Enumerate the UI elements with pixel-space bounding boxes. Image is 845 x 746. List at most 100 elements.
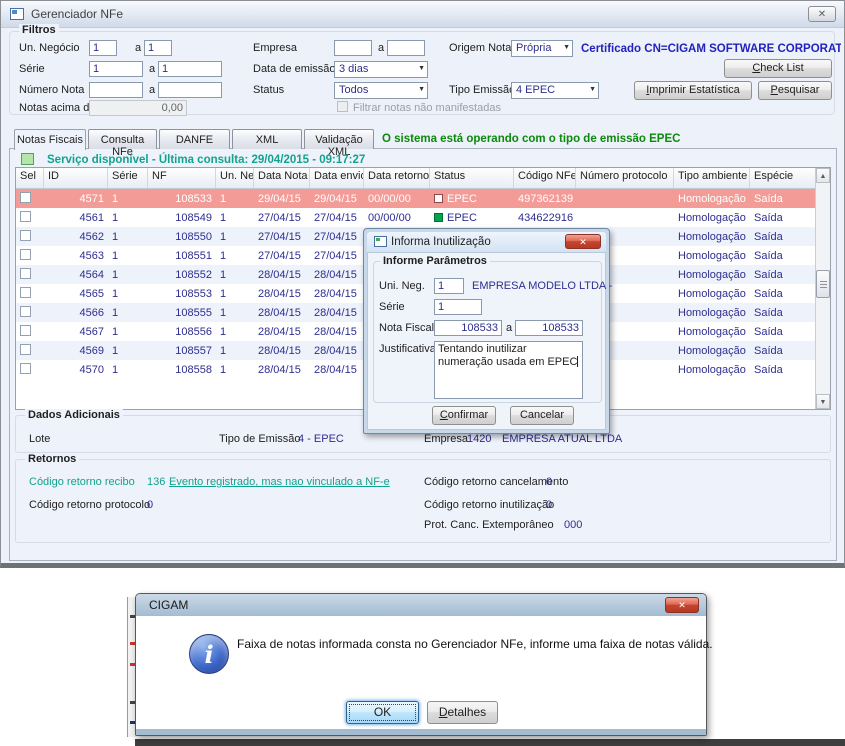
data-emissao-value: 3 dias <box>339 63 369 75</box>
retorno-protocolo-value: 0 <box>147 499 154 511</box>
text-caret <box>577 356 579 367</box>
column-header[interactable]: Un. Neg. <box>216 168 254 188</box>
serie-from-field[interactable]: 1 <box>89 61 143 77</box>
nota-fiscal-to-field[interactable]: 108533 <box>515 320 583 336</box>
row-checkbox[interactable] <box>20 210 31 222</box>
dialog-title: CIGAM <box>149 598 189 612</box>
ok-button[interactable]: OK <box>346 701 419 724</box>
status-box-icon <box>434 193 443 203</box>
numero-nota-to-field[interactable] <box>158 82 222 98</box>
empresa-to-field[interactable] <box>387 40 425 56</box>
column-header[interactable]: Série <box>108 168 148 188</box>
tipo-emissao-select[interactable]: 4 EPEC ▼ <box>511 82 599 99</box>
notas-acima-field: 0,00 <box>89 100 187 116</box>
service-status-text: Serviço disponível - Última consulta: 29… <box>47 154 366 166</box>
row-checkbox[interactable] <box>20 362 31 374</box>
column-header[interactable]: ID <box>44 168 108 188</box>
emission-mode-message: O sistema está operando com o tipo de em… <box>382 133 681 145</box>
detalhes-button[interactable]: Detalhes <box>427 701 498 724</box>
row-checkbox[interactable] <box>20 305 31 317</box>
row-checkbox[interactable] <box>20 248 31 260</box>
column-header[interactable]: Número protocolo <box>576 168 674 188</box>
retorno-recibo-label: Código retorno recibo <box>29 476 135 488</box>
cigam-dialog: CIGAM ✕ i Faixa de notas informada const… <box>135 593 713 736</box>
origem-nota-value: Própria <box>516 42 552 54</box>
row-checkbox[interactable] <box>20 324 31 336</box>
tipo-emissao-dados-label: Tipo de Emissão <box>219 433 301 445</box>
justificativa-label: Justificativa <box>379 343 436 355</box>
data-emissao-label: Data de emissão <box>253 63 336 75</box>
nota-fiscal-from-field[interactable]: 108533 <box>434 320 502 336</box>
window-title: Gerenciador NFe <box>31 7 124 21</box>
table-scrollbar[interactable]: ▲ ▼ <box>815 168 830 409</box>
retorno-inutilizacao-value: 0 <box>546 499 553 511</box>
retornos-legend: Retornos <box>25 453 80 465</box>
confirmar-button[interactable]: Confirmar <box>432 406 496 425</box>
pesquisar-button[interactable]: Pesquisar <box>758 81 832 100</box>
column-header[interactable]: Data retorno <box>364 168 430 188</box>
title-bar: Gerenciador NFe ✕ <box>1 1 844 28</box>
retorno-recibo-link[interactable]: Evento registrado, mas nao vinculado a N… <box>169 476 390 488</box>
row-checkbox[interactable] <box>20 267 31 279</box>
serie-dialog-field[interactable]: 1 <box>434 299 482 315</box>
close-icon[interactable]: ✕ <box>565 234 601 249</box>
dialog-icon <box>374 236 387 247</box>
check-list-button[interactable]: Check List <box>724 59 832 78</box>
dialog-title: Informa Inutilização <box>391 236 491 248</box>
column-header[interactable]: Data Nota <box>254 168 310 188</box>
status-value: Todos <box>339 84 369 96</box>
tab-danfe[interactable]: DANFE <box>159 129 230 149</box>
data-emissao-select[interactable]: 3 dias ▼ <box>334 61 428 78</box>
scrollbar-thumb[interactable] <box>816 270 830 298</box>
scroll-down-icon[interactable]: ▼ <box>816 394 830 409</box>
serie-to-field[interactable]: 1 <box>158 61 222 77</box>
screen: Gerenciador NFe ✕ Filtros Un. Negócio 1 … <box>0 0 845 746</box>
range-sep: a <box>149 63 156 75</box>
origem-nota-label: Origem Nota <box>449 42 512 54</box>
column-header[interactable]: NF <box>148 168 216 188</box>
scroll-up-icon[interactable]: ▲ <box>816 168 830 183</box>
justificativa-textarea[interactable]: Tentando inutilizar numeração usada em E… <box>434 341 583 399</box>
tab-validacao-xml[interactable]: Validação XML <box>304 129 374 158</box>
column-header[interactable]: Data envio <box>310 168 364 188</box>
column-header[interactable]: Código NFe <box>514 168 576 188</box>
close-icon[interactable]: ✕ <box>808 6 836 22</box>
tab-consulta-nfe[interactable]: Consulta NFe <box>88 129 157 158</box>
notas-acima-label: Notas acima de <box>19 102 96 114</box>
service-status-icon <box>21 153 34 165</box>
table-row[interactable]: 4561 1 108549 1 27/04/15 27/04/15 00/00/… <box>16 208 830 227</box>
un-negocio-to-field[interactable]: 1 <box>144 40 172 56</box>
range-sep: a <box>378 42 385 54</box>
column-header[interactable]: Status <box>430 168 514 188</box>
row-checkbox[interactable] <box>20 191 31 203</box>
tab-notas-fiscais[interactable]: Notas Fiscais <box>14 129 86 150</box>
tab-xml[interactable]: XML <box>232 129 302 149</box>
un-negocio-from-field[interactable]: 1 <box>89 40 117 56</box>
column-header[interactable]: Espécie <box>750 168 816 188</box>
close-icon[interactable]: ✕ <box>665 597 699 613</box>
dialog-title-bar: Informa Inutilização ✕ <box>367 232 606 252</box>
table-row[interactable]: 4571 1 108533 1 29/04/15 29/04/15 00/00/… <box>16 189 830 208</box>
column-header[interactable]: Tipo ambiente <box>674 168 750 188</box>
row-checkbox[interactable] <box>20 286 31 298</box>
row-checkbox[interactable] <box>20 343 31 355</box>
imprimir-estatistica-button[interactable]: Imprimir Estatística <box>634 81 752 100</box>
prot-canc-label: Prot. Canc. Extemporâneo <box>424 519 554 531</box>
row-checkbox[interactable] <box>20 229 31 241</box>
column-header[interactable]: Sel <box>16 168 44 188</box>
chevron-down-icon: ▼ <box>418 86 425 93</box>
certificado-text: Certificado CN=CIGAM SOFTWARE CORPORATIV… <box>581 43 841 55</box>
origem-nota-select[interactable]: Própria ▼ <box>511 40 573 57</box>
numero-nota-from-field[interactable] <box>89 82 143 98</box>
lote-label: Lote <box>29 433 51 445</box>
status-select[interactable]: Todos ▼ <box>334 82 428 99</box>
range-sep: a <box>149 84 156 96</box>
numero-nota-label: Número Nota <box>19 84 85 96</box>
chevron-down-icon: ▼ <box>418 65 425 72</box>
chevron-down-icon: ▼ <box>563 44 570 51</box>
cancelar-button[interactable]: Cancelar <box>510 406 574 425</box>
tipo-emissao-value: 4 EPEC <box>516 84 556 96</box>
uni-neg-field[interactable]: 1 <box>434 278 464 294</box>
empresa-from-field[interactable] <box>334 40 372 56</box>
informe-parametros-legend: Informe Parâmetros <box>380 255 490 267</box>
